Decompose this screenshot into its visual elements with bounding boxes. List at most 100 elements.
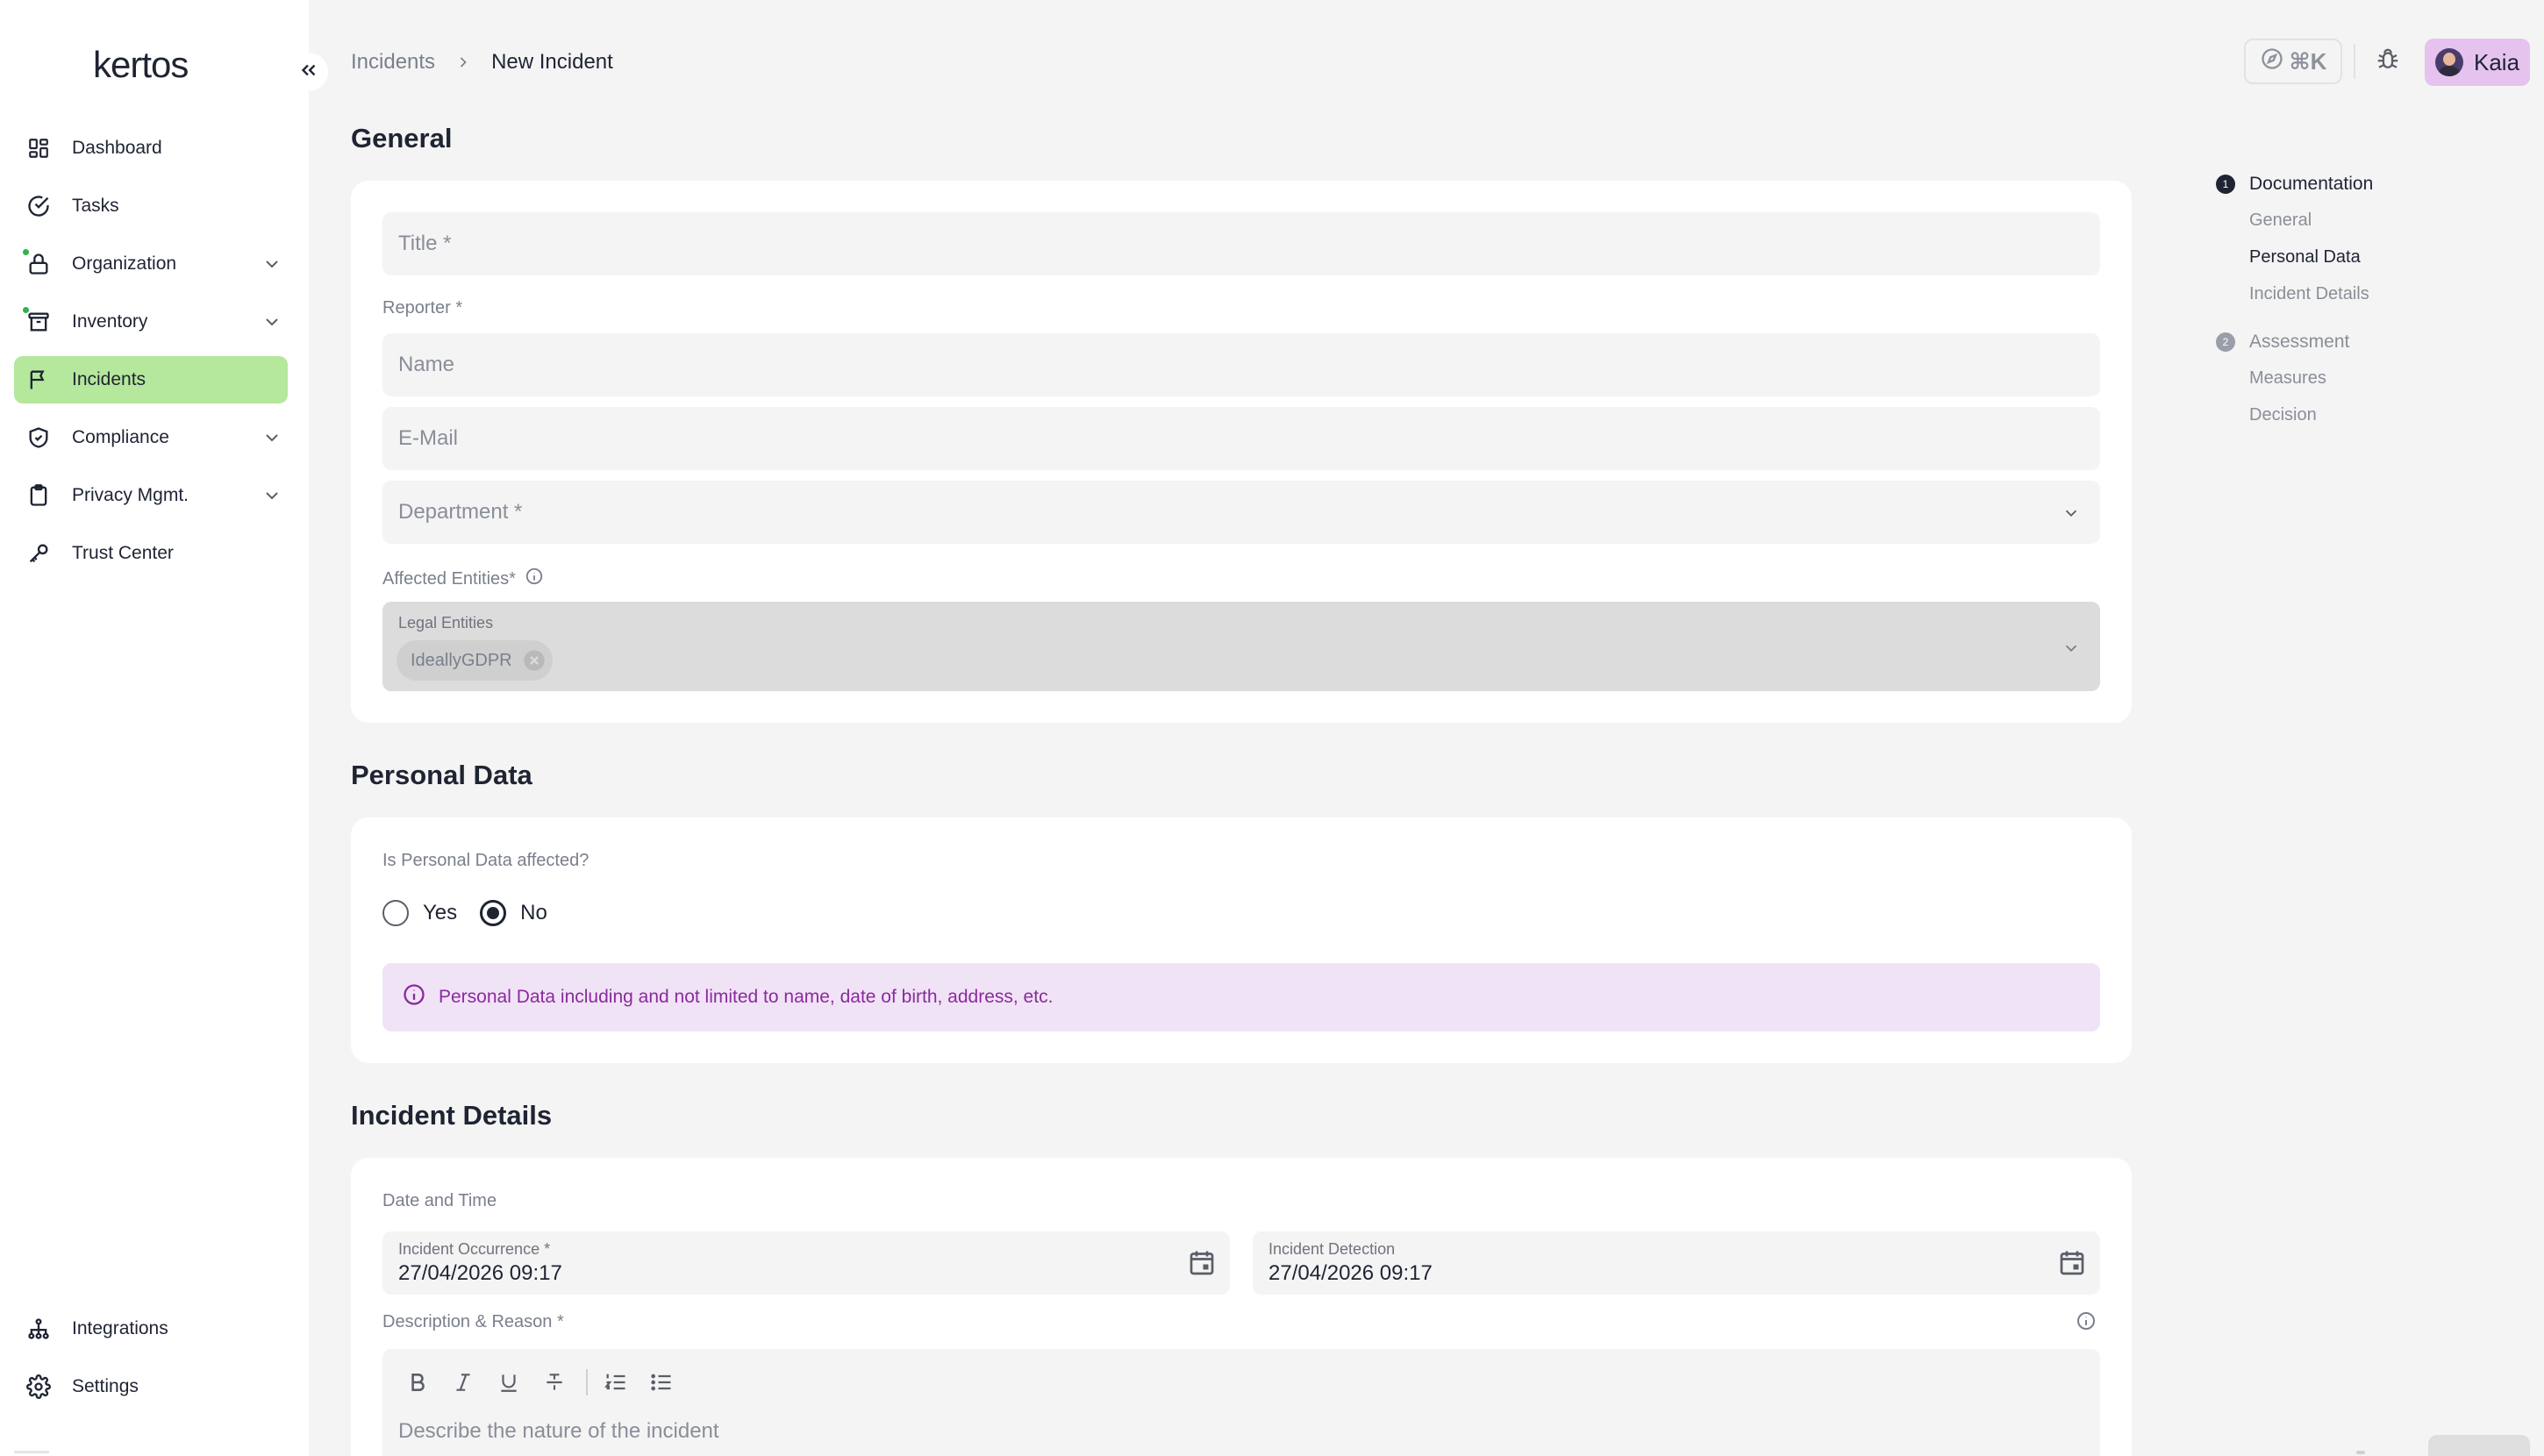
radio-no[interactable] — [480, 900, 507, 926]
title-input[interactable]: Title * — [382, 212, 2100, 275]
grid-icon — [25, 134, 53, 162]
sidebar-item-label: Dashboard — [72, 138, 162, 158]
flag-icon — [25, 366, 53, 394]
bug-icon — [2375, 46, 2401, 77]
reporter-email-input[interactable]: E-Mail — [382, 407, 2100, 470]
description-placeholder: Describe the nature of the incident — [398, 1419, 719, 1443]
sidebar-item-inventory[interactable]: Inventory — [14, 298, 288, 346]
description-label-text: Description & Reason * — [382, 1312, 564, 1331]
incident-details-card: Date and Time Incident Occurrence * 27/0… — [351, 1158, 2132, 1456]
chevron-down-icon[interactable] — [261, 253, 282, 279]
general-card: Title * Reporter * Name E-Mail Departmen… — [351, 181, 2132, 723]
toc-link-personal-data[interactable]: Personal Data — [2216, 239, 2497, 275]
sidebar-item-settings[interactable]: Settings — [14, 1363, 288, 1410]
step-number: 2 — [2216, 332, 2235, 352]
breadcrumb: Incidents New Incident — [351, 47, 613, 77]
legal-entities-label: Legal Entities — [398, 614, 494, 632]
toc-link-measures[interactable]: Measures — [2216, 360, 2497, 396]
calendar-icon[interactable] — [2056, 1247, 2088, 1283]
incident-detection-value: 27/04/2026 09:17 — [1268, 1261, 1433, 1285]
info-icon[interactable] — [525, 567, 544, 591]
calendar-icon[interactable] — [1186, 1247, 1218, 1283]
sidebar-item-label: Integrations — [72, 1318, 168, 1338]
chevron-down-icon — [2062, 639, 2081, 662]
underline-icon[interactable] — [491, 1365, 526, 1400]
step-number: 1 — [2216, 175, 2235, 194]
sidebar-item-label: Settings — [72, 1376, 139, 1396]
toc-step-assessment[interactable]: 2 Assessment — [2216, 325, 2497, 360]
sidebar-item-label: Tasks — [72, 196, 119, 216]
sidebar-item-label: Incidents — [72, 369, 146, 389]
user-name: Kaia — [2474, 48, 2520, 75]
radio-yes[interactable] — [382, 900, 409, 926]
command-shortcut-label: ⌘K — [2289, 47, 2327, 75]
incident-occurrence-value: 27/04/2026 09:17 — [398, 1261, 562, 1285]
radio-no-label[interactable]: No — [520, 901, 547, 925]
report-bug-button[interactable] — [2369, 42, 2407, 81]
description-editor[interactable]: Describe the nature of the incident — [382, 1349, 2100, 1456]
radio-yes-label[interactable]: Yes — [423, 901, 457, 925]
entity-chip: IdeallyGDPR — [397, 640, 553, 681]
sitemap-icon — [25, 1315, 53, 1343]
affected-entities-label: Affected Entities* — [382, 567, 544, 591]
department-select[interactable]: Department * — [382, 481, 2100, 544]
affected-entities-label-text: Affected Entities* — [382, 568, 516, 589]
sidebar-item-incidents[interactable]: Incidents — [14, 356, 288, 403]
sidebar-item-tasks[interactable]: Tasks — [14, 182, 288, 230]
personal-data-question-text: Is Personal Data affected? — [382, 851, 590, 870]
toc-link-decision[interactable]: Decision — [2216, 396, 2497, 433]
compass-icon — [2260, 46, 2284, 77]
shield-check-icon — [25, 424, 53, 452]
description-label: Description & Reason * — [382, 1312, 564, 1332]
kertos-logo[interactable]: kertos — [93, 44, 189, 88]
personal-data-question: Is Personal Data affected? — [382, 851, 589, 871]
italic-icon[interactable] — [446, 1365, 481, 1400]
remove-chip-icon[interactable] — [521, 647, 547, 674]
user-menu-button[interactable]: Kaia — [2425, 39, 2530, 86]
incident-detection-field[interactable]: Incident Detection 27/04/2026 09:17 — [1253, 1231, 2100, 1295]
back-button[interactable] — [2356, 1451, 2365, 1454]
sidebar-item-label: Privacy Mgmt. — [72, 485, 189, 505]
status-dot — [21, 247, 31, 257]
ordered-list-icon[interactable] — [598, 1365, 633, 1400]
status-dot — [21, 305, 31, 315]
collapse-sidebar-button[interactable] — [289, 53, 328, 91]
bold-icon[interactable] — [400, 1365, 435, 1400]
sidebar-item-label: Compliance — [72, 427, 169, 447]
sidebar-item-label: Trust Center — [72, 543, 174, 563]
incident-occurrence-field[interactable]: Incident Occurrence * 27/04/2026 09:17 — [382, 1231, 1230, 1295]
affected-entities-select[interactable]: Legal Entities IdeallyGDPR — [382, 602, 2100, 691]
sidebar-item-label: Organization — [72, 253, 177, 274]
reporter-name-input[interactable]: Name — [382, 333, 2100, 396]
chevron-down-icon[interactable] — [261, 311, 282, 337]
toc-step-documentation[interactable]: 1 Documentation — [2216, 167, 2497, 202]
section-title-general: General — [351, 123, 453, 153]
breadcrumb-incidents-link[interactable]: Incidents — [351, 50, 435, 75]
info-icon[interactable] — [2076, 1310, 2097, 1336]
sidebar-item-trust-center[interactable]: Trust Center — [14, 530, 288, 577]
sidebar-footer-divider — [14, 1451, 49, 1453]
command-palette-button[interactable]: ⌘K — [2244, 39, 2342, 84]
sidebar-item-compliance[interactable]: Compliance — [14, 414, 288, 461]
next-button[interactable] — [2428, 1435, 2530, 1456]
chevron-down-icon[interactable] — [261, 485, 282, 510]
sidebar-item-label: Inventory — [72, 311, 148, 332]
bullet-list-icon[interactable] — [644, 1365, 679, 1400]
incident-detection-label: Incident Detection — [1268, 1240, 1396, 1258]
sidebar-item-organization[interactable]: Organization — [14, 240, 288, 288]
breadcrumb-current: New Incident — [491, 50, 613, 74]
toc-link-general[interactable]: General — [2216, 202, 2497, 239]
chevron-down-icon — [2062, 503, 2081, 529]
sidebar-bottom-nav: Integrations Settings — [14, 1305, 288, 1421]
sidebar-item-privacy-mgmt[interactable]: Privacy Mgmt. — [14, 472, 288, 519]
date-time-label: Date and Time — [382, 1191, 497, 1211]
personal-data-card: Is Personal Data affected? Yes No Person… — [351, 817, 2132, 1063]
form-outline: 1 Documentation General Personal Data In… — [2216, 167, 2497, 433]
toc-link-incident-details[interactable]: Incident Details — [2216, 275, 2497, 312]
chevron-down-icon[interactable] — [261, 427, 282, 453]
sidebar-item-integrations[interactable]: Integrations — [14, 1305, 288, 1353]
strikethrough-icon[interactable] — [537, 1365, 572, 1400]
sidebar-item-dashboard[interactable]: Dashboard — [14, 125, 288, 172]
reporter-label-text: Reporter * — [382, 298, 463, 318]
toolbar-divider — [586, 1369, 588, 1395]
